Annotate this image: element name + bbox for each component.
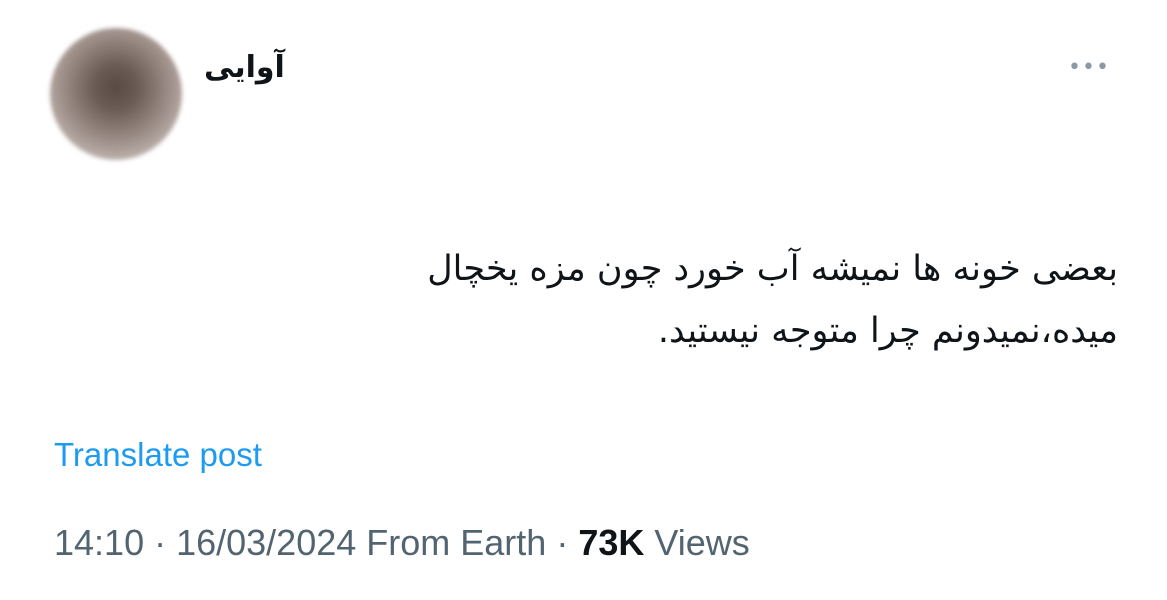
- tweet-card: آوایی ••• بعضی خونه ها نمیشه آب خورد چون…: [0, 0, 1167, 600]
- tweet-text: بعضی خونه ها نمیشه آب خورد چون مزه یخچال…: [200, 238, 1118, 362]
- tweet-source: From Earth: [356, 522, 547, 563]
- more-options-icon[interactable]: •••: [1066, 55, 1112, 81]
- tweet-time[interactable]: 14:10: [54, 522, 144, 563]
- author-display-name[interactable]: آوایی: [204, 50, 285, 85]
- views-label: Views: [644, 522, 750, 563]
- avatar[interactable]: [50, 28, 182, 160]
- tweet-text-line: میده،نمیدونم چرا متوجه نیستید.: [657, 311, 1118, 351]
- separator-dot: ·: [144, 522, 177, 563]
- separator-dot: ·: [546, 522, 579, 563]
- views-count[interactable]: 73K: [578, 522, 644, 563]
- translate-post-link[interactable]: Translate post: [54, 436, 262, 474]
- tweet-date[interactable]: 16/03/2024: [176, 522, 356, 563]
- tweet-text-line: بعضی خونه ها نمیشه آب خورد چون مزه یخچال: [427, 249, 1118, 289]
- tweet-meta: 14:10 · 16/03/2024 From Earth · 73K View…: [54, 522, 750, 564]
